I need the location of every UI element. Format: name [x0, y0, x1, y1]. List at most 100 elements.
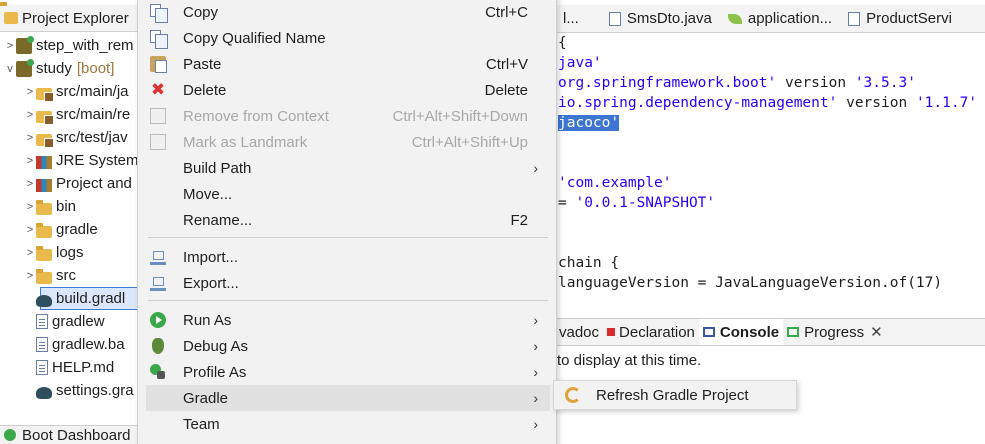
expand-chevron-icon[interactable]: > — [24, 132, 36, 144]
menu-separator — [148, 300, 548, 301]
tree-item-label: logs — [56, 244, 84, 261]
project-explorer-tab[interactable]: Project Explorer — [0, 5, 139, 32]
code-text: languageVersion = JavaLanguageVersion.of… — [558, 275, 943, 291]
menu-item-move[interactable]: Move... — [146, 181, 550, 207]
menu-item-label: Export... — [183, 274, 239, 292]
editor-tab-application[interactable]: application... — [720, 5, 840, 32]
menu-item-refresh-gradle-project[interactable]: Refresh Gradle Project — [558, 383, 792, 408]
tree-item-step-with-rem[interactable]: > step_with_rem — [4, 34, 134, 57]
tree-item-project-dependencies[interactable]: > Project and — [24, 172, 132, 195]
source-folder-icon — [36, 133, 54, 148]
menu-item-copy-qualified-name[interactable]: Copy Qualified Name — [146, 25, 550, 51]
expand-chevron-icon[interactable]: > — [4, 40, 16, 52]
tree-item-help-md[interactable]: HELP.md — [24, 356, 114, 379]
tree-item-src-main-java[interactable]: > src/main/ja — [24, 80, 129, 103]
java-file-icon — [848, 11, 861, 26]
menu-item-shortcut: Ctrl+Alt+Shift+Up — [411, 133, 528, 151]
code-text: { — [558, 35, 567, 51]
tree-item-label: Project and — [56, 175, 132, 192]
expand-chevron-icon[interactable]: > — [24, 178, 36, 190]
source-folder-icon — [36, 110, 54, 125]
editor-tab-label: application... — [747, 10, 833, 27]
expand-chevron-icon[interactable]: > — [24, 270, 36, 282]
menu-item-export[interactable]: Export... — [146, 270, 550, 296]
tab-label: vadoc — [559, 323, 600, 341]
tree-item-src[interactable]: > src — [24, 264, 76, 287]
gradle-submenu: Refresh Gradle Project — [553, 380, 797, 410]
expand-chevron-icon[interactable]: > — [24, 109, 36, 121]
menu-item-delete[interactable]: ✖ Delete Delete — [146, 77, 550, 103]
tree-item-src-test-java[interactable]: > src/test/jav — [24, 126, 128, 149]
menu-item-label: Copy — [183, 3, 219, 21]
library-icon — [36, 179, 52, 192]
delete-icon: ✖ — [150, 80, 166, 99]
progress-icon — [787, 327, 800, 337]
tab-label: Progress — [804, 323, 865, 341]
editor-tab-smsdto[interactable]: SmsDto.java — [601, 5, 720, 32]
console-icon — [702, 327, 715, 337]
boot-dashboard-tab[interactable]: Boot Dashboard — [0, 425, 139, 444]
submenu-arrow-icon: › — [533, 312, 538, 328]
tree-item-label: bin — [56, 198, 77, 215]
menu-item-rename[interactable]: Rename... F2 — [146, 207, 550, 233]
console-message: to display at this time. — [557, 352, 702, 369]
editor-tab-1[interactable]: l... — [555, 5, 587, 32]
file-icon — [36, 360, 48, 375]
menu-item-import[interactable]: Import... — [146, 244, 550, 270]
menu-item-build-path[interactable]: Build Path › — [146, 155, 550, 181]
gradle-file-icon — [36, 294, 52, 307]
expand-chevron-icon[interactable]: > — [24, 201, 36, 213]
close-icon[interactable]: ✕ — [870, 323, 883, 341]
library-icon — [36, 156, 52, 169]
tree-item-jre-system-library[interactable]: > JRE System — [24, 149, 139, 172]
menu-item-paste[interactable]: Paste Ctrl+V — [146, 51, 550, 77]
menu-item-label: Delete — [183, 81, 227, 99]
editor-tab-productservice[interactable]: ProductServi — [840, 5, 960, 32]
tab-declaration[interactable]: Declaration — [603, 319, 699, 345]
menu-separator — [148, 237, 548, 238]
tree-item-label: study — [36, 60, 72, 77]
tree-item-build-gradle[interactable]: build.gradl — [24, 287, 125, 310]
tree-item-gradlew[interactable]: gradlew — [24, 310, 105, 333]
code-string: io.spring.dependency-management' — [558, 95, 838, 111]
code-line: chain { — [558, 255, 619, 271]
tree-item-src-main-resources[interactable]: > src/main/re — [24, 103, 130, 126]
submenu-arrow-icon: › — [533, 364, 538, 380]
editor-tab-label: l... — [563, 10, 579, 27]
tab-progress[interactable]: Progress ✕ — [783, 319, 887, 345]
code-string: org.springframework.boot' — [558, 75, 777, 91]
code-editor[interactable]: { java' org.springframework.boot' versio… — [555, 33, 985, 291]
editor-tab-label: SmsDto.java — [626, 10, 712, 27]
menu-item-label: Move... — [183, 185, 233, 203]
export-icon — [150, 275, 166, 291]
menu-item-team[interactable]: Team › — [146, 411, 550, 437]
tree-item-gradle[interactable]: > gradle — [24, 218, 98, 241]
tab-console[interactable]: Console — [698, 319, 784, 345]
project-explorer-icon — [4, 12, 18, 24]
tree-item-logs[interactable]: > logs — [24, 241, 84, 264]
tree-item-gradlew-bat[interactable]: gradlew.ba — [24, 333, 125, 356]
tree-item-bin[interactable]: > bin — [24, 195, 76, 218]
declaration-icon — [607, 328, 616, 336]
expand-chevron-icon[interactable]: > — [24, 86, 36, 98]
menu-item-gradle[interactable]: Gradle › — [146, 385, 550, 411]
project-explorer: Project Explorer > step_with_rem v study… — [0, 0, 140, 444]
expand-chevron-icon[interactable]: > — [24, 224, 36, 236]
menu-item-debug-as[interactable]: Debug As › — [146, 333, 550, 359]
menu-item-copy[interactable]: Copy Ctrl+C — [146, 0, 550, 25]
menu-item-label: Rename... — [183, 211, 253, 229]
expand-chevron-icon[interactable]: > — [24, 247, 36, 259]
expand-chevron-icon[interactable]: > — [24, 155, 36, 167]
code-line: { — [558, 35, 567, 51]
menu-item-label: Build Path — [183, 159, 252, 177]
tree-item-study[interactable]: v study [boot] — [4, 57, 114, 80]
gradle-elephant-icon — [36, 386, 52, 399]
menu-item-profile-as[interactable]: Profile As › — [146, 359, 550, 385]
tab-javadoc[interactable]: vadoc — [555, 319, 603, 345]
folder-icon — [36, 199, 52, 215]
tree-item-label: build.gradl — [56, 290, 126, 307]
collapse-chevron-icon[interactable]: v — [4, 63, 16, 75]
code-text: version — [776, 75, 855, 91]
menu-item-run-as[interactable]: Run As › — [146, 307, 550, 333]
tree-item-settings-gradle[interactable]: settings.gra — [24, 379, 134, 402]
